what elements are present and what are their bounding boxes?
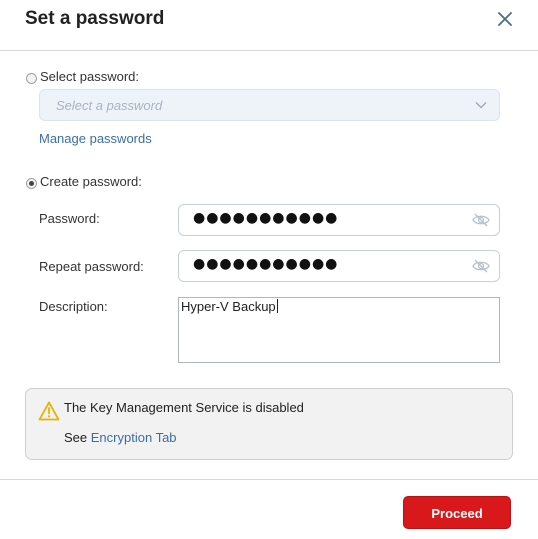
header-divider bbox=[0, 50, 538, 51]
description-text: Hyper-V Backup bbox=[181, 299, 278, 314]
close-icon[interactable] bbox=[495, 9, 515, 29]
see-prefix: See bbox=[64, 430, 88, 445]
description-textarea[interactable]: Hyper-V Backup bbox=[178, 297, 500, 363]
create-password-label[interactable]: Create password: bbox=[40, 174, 142, 189]
select-password-radio[interactable] bbox=[26, 73, 37, 84]
dialog-title: Set a password bbox=[25, 8, 165, 29]
proceed-button[interactable]: Proceed bbox=[403, 496, 511, 529]
create-password-radio[interactable] bbox=[26, 178, 37, 189]
password-value: ●●●●●●●●●●● bbox=[193, 210, 339, 226]
warning-message: The Key Management Service is disabled bbox=[64, 400, 304, 415]
password-select-dropdown[interactable]: Select a password bbox=[39, 89, 500, 121]
repeat-password-label: Repeat password: bbox=[39, 259, 144, 274]
repeat-password-value: ●●●●●●●●●●● bbox=[193, 256, 339, 272]
eye-slash-icon[interactable] bbox=[472, 213, 490, 227]
eye-slash-icon[interactable] bbox=[472, 259, 490, 273]
password-select-placeholder: Select a password bbox=[56, 98, 163, 113]
set-password-dialog: Set a password Select password: Select a… bbox=[0, 0, 538, 539]
warning-see-line: See Encryption Tab bbox=[64, 430, 177, 445]
chevron-down-icon bbox=[475, 102, 487, 109]
manage-passwords-link[interactable]: Manage passwords bbox=[39, 131, 152, 146]
footer-divider bbox=[0, 479, 538, 480]
kms-warning-box: The Key Management Service is disabled S… bbox=[25, 388, 513, 460]
encryption-tab-link[interactable]: Encryption Tab bbox=[91, 430, 177, 445]
text-cursor bbox=[276, 299, 278, 313]
warning-icon bbox=[38, 401, 60, 421]
repeat-password-field[interactable]: ●●●●●●●●●●● bbox=[178, 250, 500, 282]
password-field[interactable]: ●●●●●●●●●●● bbox=[178, 204, 500, 236]
password-label: Password: bbox=[39, 211, 100, 226]
description-label: Description: bbox=[39, 299, 108, 314]
select-password-label[interactable]: Select password: bbox=[40, 69, 139, 84]
